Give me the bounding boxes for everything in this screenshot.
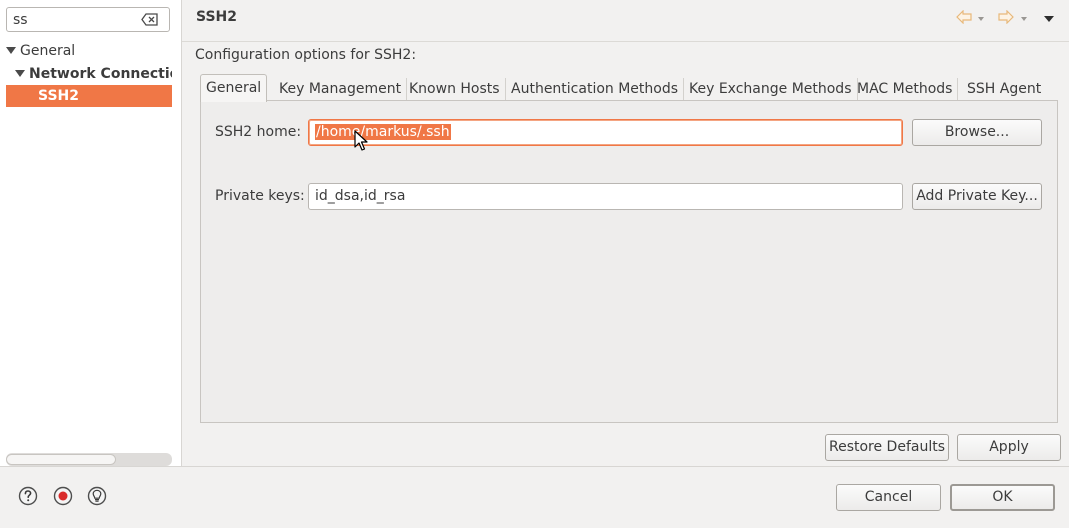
tree-item-label: General xyxy=(20,43,76,59)
page-title: SSH2 xyxy=(196,9,237,25)
record-icon[interactable] xyxy=(53,486,73,506)
browse-button[interactable]: Browse... xyxy=(912,119,1042,146)
ok-button[interactable]: OK xyxy=(950,484,1055,511)
tab-general[interactable]: General xyxy=(200,74,268,102)
tree-item-ssh2[interactable]: SSH2 xyxy=(6,85,172,107)
scrollbar-thumb[interactable] xyxy=(6,454,116,465)
filter-field[interactable] xyxy=(6,7,170,32)
private-keys-field[interactable]: id_dsa,id_rsa xyxy=(308,183,903,210)
tab-key-management[interactable]: Key Management xyxy=(274,78,408,101)
view-menu-icon[interactable] xyxy=(1043,15,1055,23)
add-private-key-button[interactable]: Add Private Key... xyxy=(912,183,1042,210)
cancel-button[interactable]: Cancel xyxy=(836,484,941,511)
tab-known-hosts[interactable]: Known Hosts xyxy=(404,78,506,101)
private-keys-value: id_dsa,id_rsa xyxy=(315,188,406,204)
tab-authentication-methods[interactable]: Authentication Methods xyxy=(506,78,685,101)
tree-item-label: Network Connection xyxy=(29,66,172,82)
preferences-tree-pane: General Network Connection SSH2 xyxy=(0,0,182,466)
config-description: Configuration options for SSH2: xyxy=(195,47,417,63)
forward-arrow-icon[interactable] xyxy=(998,10,1014,24)
horizontal-scrollbar[interactable] xyxy=(6,453,172,466)
expand-triangle-icon[interactable] xyxy=(15,69,25,77)
navigation-controls xyxy=(950,10,1060,30)
filter-input[interactable] xyxy=(13,10,133,29)
tab-key-exchange-methods[interactable]: Key Exchange Methods xyxy=(684,78,858,101)
clear-filter-icon[interactable] xyxy=(141,13,159,26)
restore-defaults-button[interactable]: Restore Defaults xyxy=(825,434,949,461)
back-history-dropdown-icon[interactable] xyxy=(977,16,985,22)
private-keys-label: Private keys: xyxy=(215,188,305,204)
tree-item-label: SSH2 xyxy=(38,88,79,104)
title-separator xyxy=(182,41,1069,42)
ssh2-home-field[interactable]: /home/markus/.ssh xyxy=(308,119,903,146)
mouse-cursor-icon xyxy=(354,130,368,151)
tab-ssh-agent[interactable]: SSH Agent xyxy=(962,78,1046,101)
forward-history-dropdown-icon[interactable] xyxy=(1020,16,1028,22)
dialog-separator xyxy=(0,466,1069,467)
tree-item-network-connections[interactable]: Network Connection xyxy=(0,63,172,85)
tab-mac-methods[interactable]: MAC Methods xyxy=(852,78,959,101)
ssh2-home-label: SSH2 home: xyxy=(215,124,302,140)
general-tab-panel xyxy=(200,100,1058,423)
apply-button[interactable]: Apply xyxy=(957,434,1061,461)
lightbulb-icon[interactable] xyxy=(87,486,107,506)
back-arrow-icon[interactable] xyxy=(956,10,972,24)
ssh2-home-value: /home/markus/.ssh xyxy=(315,124,451,140)
help-icon[interactable] xyxy=(18,486,38,506)
tree-item-general[interactable]: General xyxy=(0,40,172,62)
expand-triangle-icon[interactable] xyxy=(6,46,16,54)
